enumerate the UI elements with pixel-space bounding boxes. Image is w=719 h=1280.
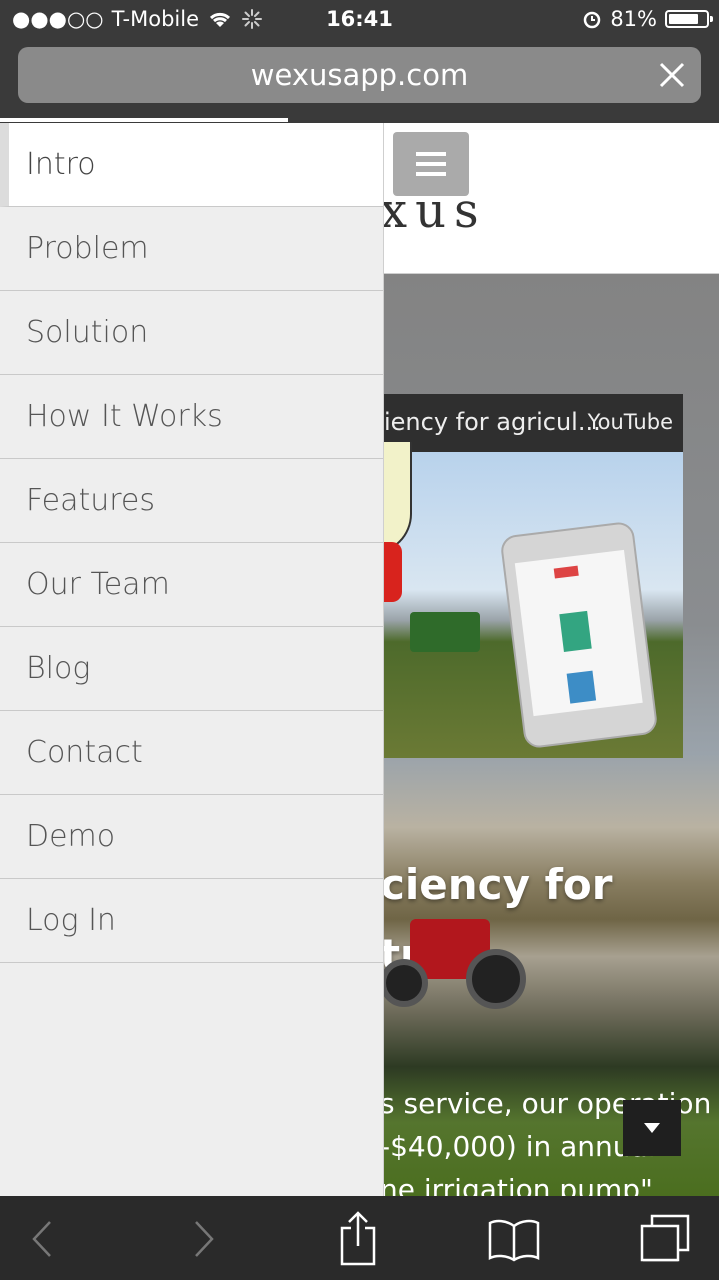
close-icon[interactable] xyxy=(657,60,687,90)
battery-percent: 81% xyxy=(610,7,657,31)
browser-toolbar xyxy=(0,1196,719,1280)
video-thumbnail xyxy=(380,442,683,758)
menu-item-intro[interactable]: Intro xyxy=(0,123,383,207)
video-title-bar: iency for agricul... YouTube xyxy=(380,394,683,452)
battery-icon xyxy=(665,10,713,28)
menu-item-log-in[interactable]: Log In xyxy=(0,879,383,963)
hamburger-icon[interactable] xyxy=(393,132,469,196)
menu-item-our-team[interactable]: Our Team xyxy=(0,543,383,627)
quote-line: ne irrigation pump" xyxy=(380,1173,653,1196)
menu-item-solution[interactable]: Solution xyxy=(0,291,383,375)
menu-item-contact[interactable]: Contact xyxy=(0,711,383,795)
address-bar[interactable]: wexusapp.com xyxy=(18,47,701,103)
alarm-icon xyxy=(584,11,601,29)
video-embed[interactable]: iency for agricul... YouTube xyxy=(380,394,683,758)
tabs-icon[interactable] xyxy=(638,1214,692,1264)
menu-item-problem[interactable]: Problem xyxy=(0,207,383,291)
phone-graphic xyxy=(499,520,659,750)
tractor-graphic xyxy=(410,612,480,652)
page-load-progress xyxy=(0,118,288,122)
hero-heading-line: ciency for xyxy=(380,860,613,909)
bookmarks-icon[interactable] xyxy=(486,1214,542,1264)
url-text: wexusapp.com xyxy=(250,58,469,92)
youtube-logo[interactable]: YouTube xyxy=(588,410,673,434)
menu-item-demo[interactable]: Demo xyxy=(0,795,383,879)
video-title: iency for agricul... xyxy=(384,408,601,436)
chevron-right-icon[interactable] xyxy=(178,1214,228,1264)
browser-address-area: wexusapp.com xyxy=(0,40,719,123)
tractor-image xyxy=(380,919,540,1009)
menu-item-how-it-works[interactable]: How It Works xyxy=(0,375,383,459)
share-icon[interactable] xyxy=(333,1210,383,1266)
menu-item-blog[interactable]: Blog xyxy=(0,627,383,711)
caret-down-icon xyxy=(644,1123,660,1133)
chevron-left-icon[interactable] xyxy=(18,1214,68,1264)
side-nav-menu: Intro Problem Solution How It Works Feat… xyxy=(0,123,384,1196)
status-bar: ●●●○○ T-Mobile 16:41 81% xyxy=(0,0,719,40)
scroll-down-button[interactable] xyxy=(623,1100,681,1156)
mascot-graphic xyxy=(380,442,412,554)
menu-item-features[interactable]: Features xyxy=(0,459,383,543)
